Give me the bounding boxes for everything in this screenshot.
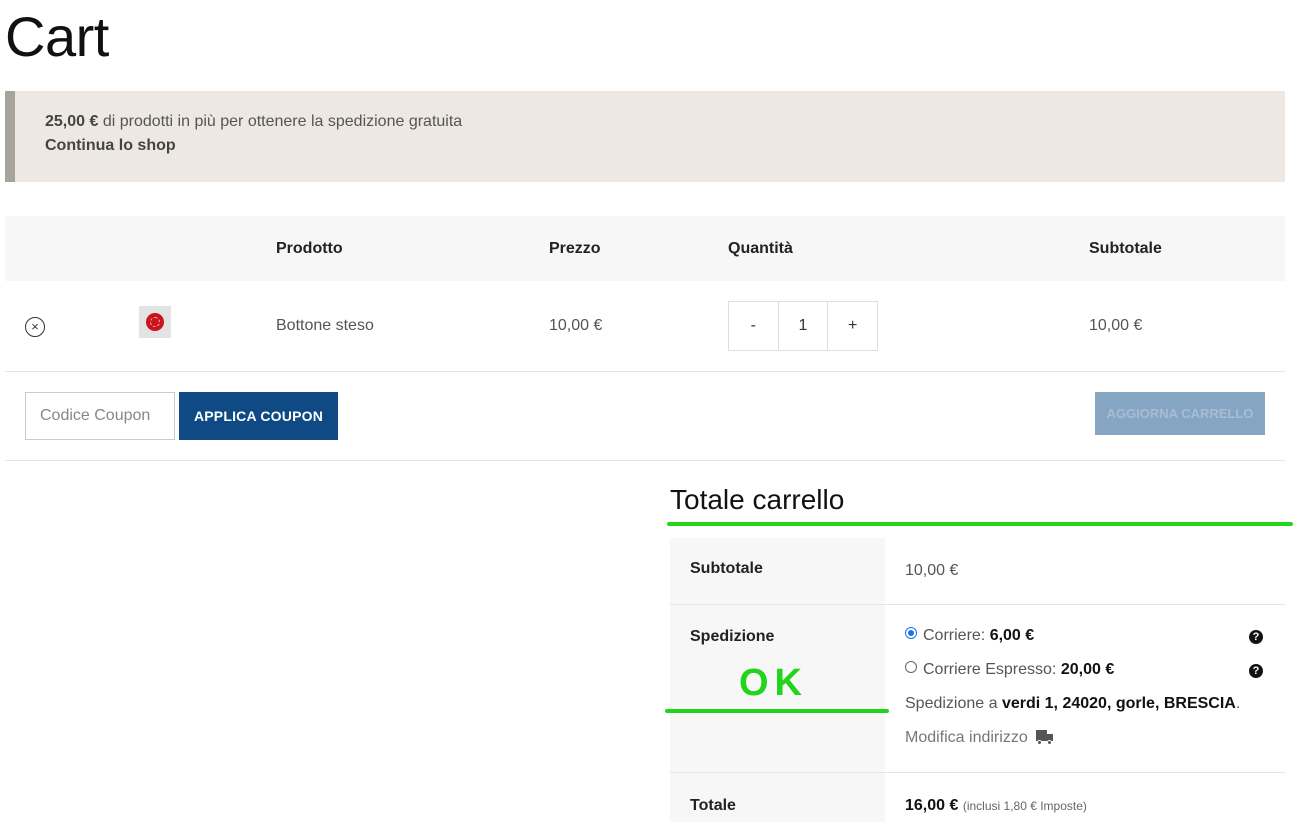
- notice-text: di prodotti in più per ottenere la spedi…: [98, 113, 463, 130]
- shipping-option-name: Corriere Espresso:: [923, 661, 1061, 678]
- quantity-decrease-button[interactable]: -: [729, 302, 779, 350]
- header-product: Prodotto: [276, 240, 343, 257]
- change-address-label[interactable]: Modifica indirizzo: [905, 729, 1028, 746]
- cart-totals-title: Totale carrello: [670, 484, 845, 515]
- change-address-link[interactable]: Modifica indirizzo: [905, 729, 1054, 747]
- cart-table-header: Prodotto Prezzo Quantità Subtotale: [5, 216, 1285, 281]
- truck-icon[interactable]: [1035, 730, 1054, 745]
- header-subtotal: Subtotale: [1089, 240, 1162, 257]
- quantity-input[interactable]: 1: [779, 302, 828, 350]
- totals-total-value: 16,00 € (inclusi 1,80 € Imposte): [905, 773, 1285, 815]
- question-circle-icon[interactable]: ?: [1249, 630, 1263, 644]
- annotation-ok-text: OK: [739, 662, 808, 704]
- quantity-stepper: - 1 +: [728, 301, 878, 351]
- table-row: × Bottone steso 10,00 € - 1 + 10,00 €: [5, 281, 1285, 372]
- shipping-option-courier[interactable]: Corriere: 6,00 €: [905, 627, 1034, 645]
- shipping-option-price: 20,00 €: [1060, 661, 1115, 678]
- shipping-radio-express[interactable]: [905, 661, 917, 673]
- ship-to-suffix: .: [1235, 695, 1241, 712]
- product-thumbnail[interactable]: [139, 306, 171, 338]
- shipping-option-express[interactable]: Corriere Espresso: 20,00 €: [905, 661, 1114, 679]
- product-name-link[interactable]: Bottone steso: [276, 317, 374, 335]
- button-product-icon: [146, 313, 164, 331]
- update-cart-button[interactable]: AGGIORNA CARRELLO: [1095, 392, 1265, 435]
- coupon-code-input[interactable]: [25, 392, 175, 440]
- ship-to-address: verdi 1, 24020, gorle, BRESCIA: [1001, 695, 1236, 712]
- header-quantity: Quantità: [728, 240, 793, 257]
- page-title: Cart: [5, 5, 109, 68]
- totals-subtotal-value: 10,00 €: [905, 562, 959, 579]
- shipping-destination: Spedizione a verdi 1, 24020, gorle, BRES…: [905, 695, 1240, 713]
- notice-message: 25,00 € di prodotti in più per ottenere …: [45, 113, 1285, 131]
- remove-item-icon[interactable]: ×: [25, 317, 45, 337]
- apply-coupon-button[interactable]: APPLICA COUPON: [179, 392, 338, 440]
- shipping-option-name: Corriere:: [923, 627, 990, 644]
- shipping-option-price: 6,00 €: [989, 627, 1035, 644]
- free-shipping-notice: 25,00 € di prodotti in più per ottenere …: [5, 91, 1285, 182]
- totals-total-row: Totale 16,00 € (inclusi 1,80 € Imposte): [670, 773, 1285, 822]
- annotation-underline-mid: [665, 709, 889, 713]
- total-amount: 16,00 €: [905, 797, 959, 814]
- quantity-increase-button[interactable]: +: [827, 302, 877, 350]
- product-price: 10,00 €: [549, 317, 603, 334]
- cart-actions: APPLICA COUPON AGGIORNA CARRELLO: [5, 372, 1285, 461]
- notice-amount: 25,00 €: [45, 113, 99, 130]
- question-circle-icon[interactable]: ?: [1249, 664, 1263, 678]
- totals-subtotal-label: Subtotale: [670, 538, 885, 604]
- totals-subtotal-row: Subtotale 10,00 €: [670, 538, 1285, 605]
- tax-note: (inclusi 1,80 € Imposte): [962, 799, 1087, 813]
- annotation-underline-top: [667, 522, 1293, 526]
- header-price: Prezzo: [549, 240, 601, 257]
- shipping-radio-courier[interactable]: [905, 627, 917, 639]
- ship-to-prefix: Spedizione a: [905, 695, 1002, 712]
- continue-shopping-link[interactable]: Continua lo shop: [45, 137, 176, 155]
- totals-total-label: Totale: [670, 773, 885, 822]
- row-subtotal: 10,00 €: [1089, 317, 1143, 334]
